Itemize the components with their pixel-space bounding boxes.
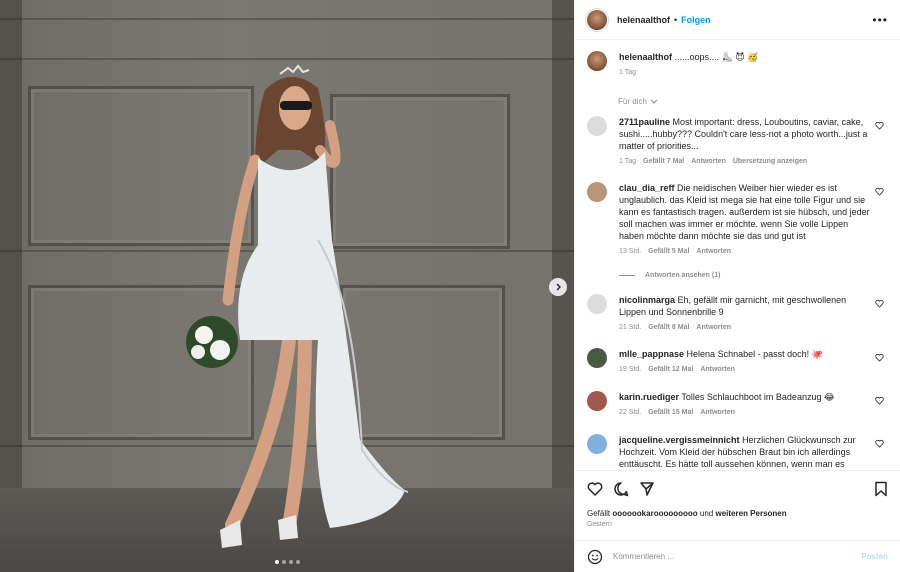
- reply-button[interactable]: Antworten: [700, 407, 735, 419]
- post-comment-button[interactable]: Posten: [861, 552, 888, 561]
- comment-item: karin.ruediger Tolles Schlauchboot im Ba…: [587, 391, 888, 419]
- commenter-avatar[interactable]: [587, 294, 607, 314]
- caption-emoji: ⛸️ 😈 🥳: [721, 52, 759, 62]
- carousel-dot: [281, 560, 286, 564]
- bookmark-icon[interactable]: [874, 481, 888, 497]
- reply-button[interactable]: Antworten: [696, 322, 731, 334]
- heart-icon[interactable]: [875, 299, 884, 308]
- comment-time: 1 Tag: [619, 158, 636, 165]
- comment-text: Helena Schnabel - passt doch! 🐙: [686, 349, 823, 359]
- view-replies-label: Antworten ansehen (1): [645, 272, 721, 279]
- reply-button[interactable]: Antworten: [700, 364, 735, 376]
- commenter-username[interactable]: 2711pauline: [619, 117, 670, 127]
- commenter-avatar[interactable]: [587, 391, 607, 411]
- reply-button[interactable]: Antworten: [696, 246, 731, 258]
- comment-item: jacqueline.vergissmeinnicht Herzlichen G…: [587, 434, 888, 470]
- author-username[interactable]: helenaalthof: [617, 15, 670, 25]
- comment-item: 2711pauline Most important: dress, Loubo…: [587, 116, 888, 168]
- comment-likes[interactable]: Gefällt 8 Mal: [648, 322, 689, 334]
- comment-icon[interactable]: [613, 481, 629, 497]
- follow-button[interactable]: Folgen: [681, 15, 711, 25]
- comment-composer: Posten: [575, 540, 900, 572]
- more-icon[interactable]: •••: [872, 13, 888, 27]
- share-icon[interactable]: [639, 481, 655, 497]
- chevron-down-icon: [650, 99, 658, 104]
- comments-list[interactable]: helenaalthof ......oops.... ⛸️ 😈 🥳 1 Tag…: [575, 40, 900, 470]
- translate-button[interactable]: Übersetzung anzeigen: [733, 156, 807, 168]
- post-header: helenaalthof • Folgen •••: [575, 0, 900, 40]
- heart-icon[interactable]: [875, 353, 884, 362]
- comment-time: 22 Std.: [619, 409, 642, 416]
- commenter-username[interactable]: clau_dia_reff: [619, 183, 675, 193]
- likes-connector: und: [699, 509, 714, 518]
- commenter-username[interactable]: nicolinmarga: [619, 295, 675, 305]
- view-replies-button[interactable]: Antworten ansehen (1): [619, 272, 888, 279]
- commenter-username[interactable]: mlle_pappnase: [619, 349, 684, 359]
- comment-time: 13 Std.: [619, 248, 642, 255]
- likes-user[interactable]: ooooookarooooooooo: [612, 509, 697, 518]
- comment-item: nicolinmarga Eh, gefällt mir garnicht, m…: [587, 294, 888, 334]
- heart-icon[interactable]: [875, 439, 884, 448]
- author-avatar[interactable]: [587, 51, 607, 71]
- post-actions: Gefällt ooooookarooooooooo und weiteren …: [575, 470, 900, 528]
- comment-text: Tolles Schlauchboot im Badeanzug 😂: [681, 392, 835, 402]
- tiara: [279, 64, 310, 75]
- comment-likes[interactable]: Gefällt 5 Mal: [648, 246, 689, 258]
- next-slide-button[interactable]: [549, 278, 567, 296]
- carousel-dots: [0, 560, 574, 564]
- comment-item: clau_dia_reff Die neidischen Weiber hier…: [587, 182, 888, 258]
- post-date: Gestern: [587, 521, 612, 528]
- emoji-icon[interactable]: [587, 549, 603, 565]
- sort-label: Für dich: [618, 97, 647, 106]
- carousel-dot: [295, 560, 300, 564]
- heart-icon[interactable]: [875, 121, 884, 130]
- commenter-username[interactable]: karin.ruediger: [619, 392, 679, 402]
- commenter-username[interactable]: jacqueline.vergissmeinnicht: [619, 435, 740, 445]
- header-separator: •: [674, 14, 678, 25]
- heart-icon[interactable]: [875, 187, 884, 196]
- comment-time: 21 Std.: [619, 324, 642, 331]
- commenter-avatar[interactable]: [587, 116, 607, 136]
- comment-likes[interactable]: Gefällt 7 Mal: [643, 156, 684, 168]
- caption-time: 1 Tag: [619, 69, 636, 76]
- likes-others[interactable]: weiteren Personen: [716, 509, 787, 518]
- comment-likes[interactable]: Gefällt 15 Mal: [648, 407, 693, 419]
- post-sidebar: helenaalthof • Folgen ••• helenaalthof .…: [574, 0, 900, 572]
- heart-icon[interactable]: [587, 481, 603, 497]
- carousel-dot: [274, 560, 279, 564]
- sunglasses: [280, 101, 312, 110]
- caption-text: helenaalthof ......oops.... ⛸️ 😈 🥳: [619, 51, 870, 63]
- commenter-avatar[interactable]: [587, 348, 607, 368]
- post-photo[interactable]: [0, 0, 574, 572]
- heart-icon[interactable]: [875, 396, 884, 405]
- replies-divider: [619, 275, 635, 276]
- commenter-avatar[interactable]: [587, 182, 607, 202]
- commenter-avatar[interactable]: [587, 434, 607, 454]
- caption-body: ......oops....: [674, 52, 720, 62]
- caption: helenaalthof ......oops.... ⛸️ 😈 🥳 1 Tag: [587, 51, 888, 79]
- reply-button[interactable]: Antworten: [691, 156, 726, 168]
- comment-likes[interactable]: Gefällt 12 Mal: [648, 364, 693, 376]
- bride-figure: [186, 64, 409, 548]
- chevron-right-icon: [556, 283, 561, 291]
- carousel-dot: [288, 560, 293, 564]
- sort-selector[interactable]: Für dich: [618, 97, 888, 106]
- author-avatar[interactable]: [587, 9, 607, 30]
- comment-time: 19 Std.: [619, 366, 642, 373]
- comment-item: mlle_pappnase Helena Schnabel - passt do…: [587, 348, 888, 376]
- likes-summary: Gefällt ooooookarooooooooo und weiteren …: [587, 509, 888, 518]
- comment-input[interactable]: [613, 552, 862, 561]
- caption-username[interactable]: helenaalthof: [619, 52, 672, 62]
- likes-prefix: Gefällt: [587, 509, 611, 518]
